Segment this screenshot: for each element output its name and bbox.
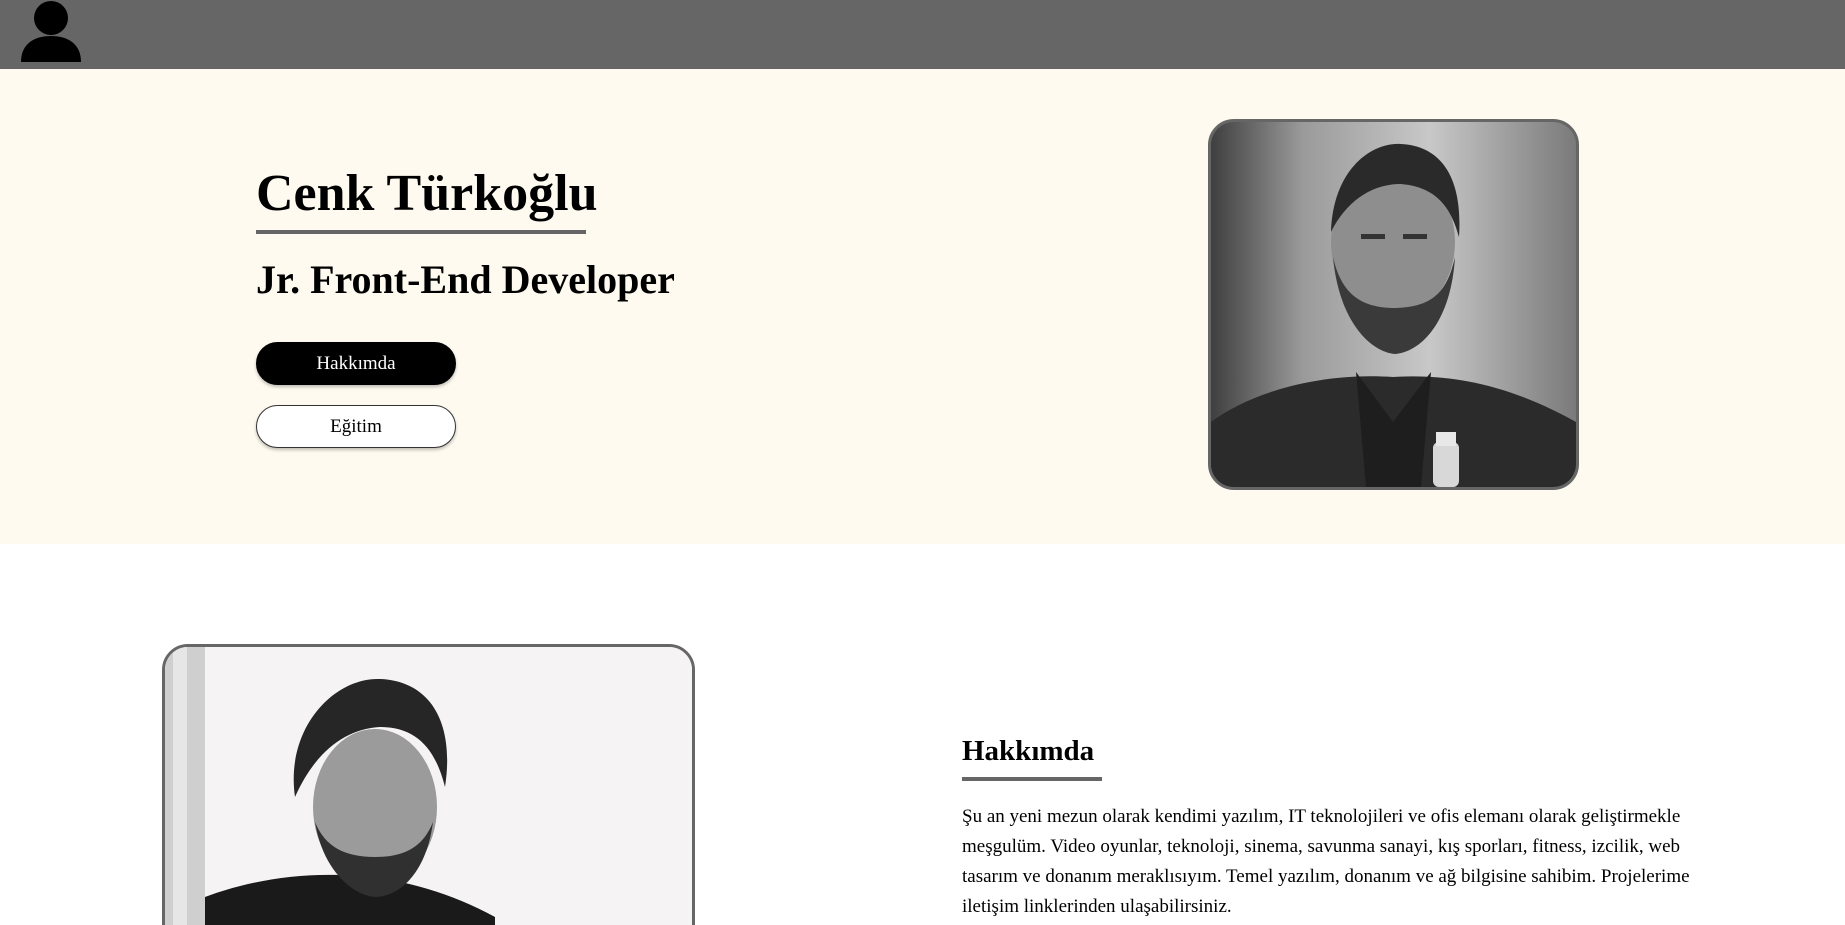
- about-title-underline: [962, 776, 1102, 781]
- hero-name: Cenk Türkoğlu: [256, 165, 598, 222]
- about-title: Hakkımda: [962, 735, 1095, 767]
- user-icon[interactable]: [20, 0, 82, 66]
- profile-photo: [1208, 119, 1579, 490]
- name-underline: [256, 230, 586, 234]
- top-navbar: [0, 0, 1845, 69]
- about-photo: [162, 644, 695, 925]
- about-text: Şu an yeni mezun olarak kendimi yazılım,…: [962, 805, 1690, 917]
- about-section: Hakkımda Şu an yeni mezun olarak kendimi…: [962, 734, 1692, 922]
- about-button[interactable]: Hakkımda: [256, 342, 456, 385]
- hero-section: Cenk Türkoğlu Jr. Front-End Developer Ha…: [0, 69, 1845, 544]
- hero-role: Jr. Front-End Developer: [256, 257, 675, 302]
- education-button[interactable]: Eğitim: [256, 405, 456, 448]
